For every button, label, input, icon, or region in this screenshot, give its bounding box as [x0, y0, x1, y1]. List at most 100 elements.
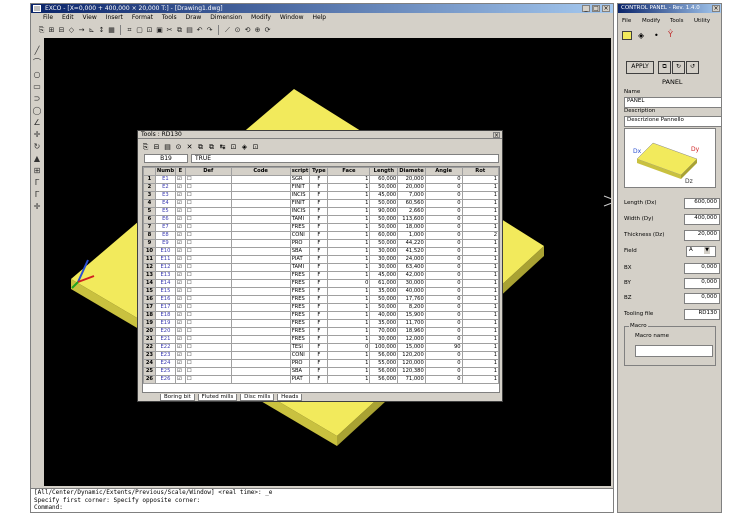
description-cell[interactable]: FRES — [289, 327, 311, 336]
face-cell[interactable]: 1 — [327, 367, 371, 376]
diameter-cell[interactable]: 8,200 — [397, 303, 426, 312]
table-row[interactable]: 22 E22 ☑ ☐ TESI F 0 100,000 15,000 90 1 — [143, 343, 499, 352]
type-cell[interactable]: F — [309, 287, 329, 296]
diameter-cell[interactable]: 18,960 — [397, 327, 426, 336]
default-checkbox[interactable]: ☐ — [184, 287, 232, 296]
column-header[interactable]: Type — [309, 167, 329, 176]
tool-number[interactable]: E16 — [154, 295, 177, 304]
table-tool-icon[interactable]: ⊞ — [32, 166, 42, 176]
description-cell[interactable]: FRES — [289, 223, 311, 232]
diameter-cell[interactable]: 7,000 — [397, 191, 426, 200]
description-cell[interactable]: CONI — [289, 231, 311, 240]
face-cell[interactable]: 1 — [327, 199, 371, 208]
menu-modify[interactable]: Modify — [251, 14, 271, 21]
new-file-icon[interactable]: ⌗ — [125, 25, 134, 35]
code-cell[interactable] — [230, 295, 291, 304]
enabled-checkbox[interactable]: ☑ — [175, 375, 186, 384]
rotation-cell[interactable]: 1 — [461, 351, 499, 360]
type-cell[interactable]: F — [309, 319, 329, 328]
pin-icon[interactable]: Ŷ — [668, 30, 678, 40]
width-input[interactable]: 400,000 — [684, 214, 720, 225]
face-cell[interactable]: 1 — [327, 319, 371, 328]
rotation-cell[interactable]: 1 — [461, 191, 499, 200]
face-cell[interactable]: 1 — [327, 215, 371, 224]
rotation-cell[interactable]: 1 — [461, 311, 499, 320]
table-row[interactable]: 14 E14 ☑ ☐ FRES F 0 61,000 30,000 0 1 — [143, 279, 499, 288]
angle-cell[interactable]: 0 — [424, 351, 463, 360]
diameter-cell[interactable]: 1,000 — [397, 231, 426, 240]
type-cell[interactable]: F — [309, 303, 329, 312]
tab-fluted-mills[interactable]: Fluted mills — [197, 394, 238, 401]
face-cell[interactable]: 1 — [327, 303, 371, 312]
description-cell[interactable]: FINIT — [289, 183, 311, 192]
angle-cell[interactable]: 0 — [424, 207, 463, 216]
table-row[interactable]: 9 E9 ☑ ☐ PRO F 1 50,000 44,220 0 1 — [143, 239, 499, 248]
face-cell[interactable]: 1 — [327, 239, 371, 248]
rotation-cell[interactable]: 1 — [461, 343, 499, 352]
angle-cell[interactable]: 0 — [424, 287, 463, 296]
table-row[interactable]: 25 E25 ☑ ☐ SBA F 1 56,000 120,380 0 1 — [143, 367, 499, 376]
enabled-checkbox[interactable]: ☑ — [175, 215, 186, 224]
tool-number[interactable]: E22 — [154, 343, 177, 352]
angle-cell[interactable]: 0 — [424, 175, 463, 184]
length-cell[interactable]: 35,000 — [369, 287, 399, 296]
type-cell[interactable]: F — [309, 327, 329, 336]
angle-cell[interactable]: 0 — [424, 295, 463, 304]
code-cell[interactable] — [230, 255, 291, 264]
type-cell[interactable]: F — [309, 311, 329, 320]
triangle-tool-icon[interactable]: ▲ — [32, 154, 42, 164]
face-cell[interactable]: 1 — [327, 271, 371, 280]
face-cell[interactable]: 1 — [327, 175, 371, 184]
menu-insert[interactable]: Insert — [106, 14, 123, 21]
angle-cell[interactable]: 0 — [424, 327, 463, 336]
column-header[interactable]: Code — [230, 167, 291, 176]
type-cell[interactable]: F — [309, 335, 329, 344]
default-checkbox[interactable]: ☐ — [184, 335, 232, 344]
tab-boring-bit[interactable]: Boring bit — [160, 394, 195, 401]
enabled-checkbox[interactable]: ☑ — [175, 351, 186, 360]
enabled-checkbox[interactable]: ☑ — [175, 207, 186, 216]
sort-icon[interactable]: ◈ — [240, 142, 249, 152]
diameter-cell[interactable]: 24,000 — [397, 255, 426, 264]
copy-icon[interactable]: ⧉ — [175, 25, 184, 35]
description-cell[interactable]: PIAT — [289, 255, 311, 264]
default-checkbox[interactable]: ☐ — [184, 295, 232, 304]
apply-button[interactable]: APPLY — [626, 61, 654, 74]
table-row[interactable]: 18 E18 ☑ ☐ FRES F 1 40,000 15,900 0 1 — [143, 311, 499, 320]
angle-cell[interactable]: 0 — [424, 319, 463, 328]
diameter-cell[interactable]: 15,000 — [397, 343, 426, 352]
face-cell[interactable]: 1 — [327, 255, 371, 264]
face-cell[interactable]: 1 — [327, 191, 371, 200]
length-cell[interactable]: 45,000 — [369, 191, 399, 200]
default-checkbox[interactable]: ☐ — [184, 191, 232, 200]
move-vertical-icon[interactable]: ↕ — [97, 25, 106, 35]
default-checkbox[interactable]: ☐ — [184, 311, 232, 320]
type-cell[interactable]: F — [309, 295, 329, 304]
length-cell[interactable]: 55,000 — [369, 359, 399, 368]
default-checkbox[interactable]: ☐ — [184, 319, 232, 328]
delete-icon[interactable]: ✕ — [185, 142, 194, 152]
reset-icon[interactable]: ↺ — [686, 61, 699, 74]
angle-cell[interactable]: 0 — [424, 223, 463, 232]
length-cell[interactable]: 50,000 — [369, 303, 399, 312]
angle-cell[interactable]: 0 — [424, 263, 463, 272]
column-header[interactable]: Angle — [424, 167, 463, 176]
rotate-tool-icon[interactable]: ↻ — [32, 142, 42, 152]
type-cell[interactable]: F — [309, 271, 329, 280]
refresh-icon[interactable]: ↻ — [672, 61, 685, 74]
diameter-cell[interactable]: 40,000 — [397, 287, 426, 296]
type-cell[interactable]: F — [309, 255, 329, 264]
rotation-cell[interactable]: 1 — [461, 287, 499, 296]
type-cell[interactable]: F — [309, 175, 329, 184]
code-cell[interactable] — [230, 215, 291, 224]
rotation-cell[interactable]: 1 — [461, 207, 499, 216]
tool-number[interactable]: E7 — [154, 223, 177, 232]
default-checkbox[interactable]: ☐ — [184, 183, 232, 192]
type-cell[interactable]: F — [309, 223, 329, 232]
menu-format[interactable]: Format — [132, 14, 153, 21]
length-cell[interactable]: 56,000 — [369, 375, 399, 384]
menu-file[interactable]: File — [43, 14, 53, 21]
shape-icon[interactable]: ◇ — [67, 25, 76, 35]
tool-number[interactable]: E6 — [154, 215, 177, 224]
menu-window[interactable]: Window — [280, 14, 304, 21]
